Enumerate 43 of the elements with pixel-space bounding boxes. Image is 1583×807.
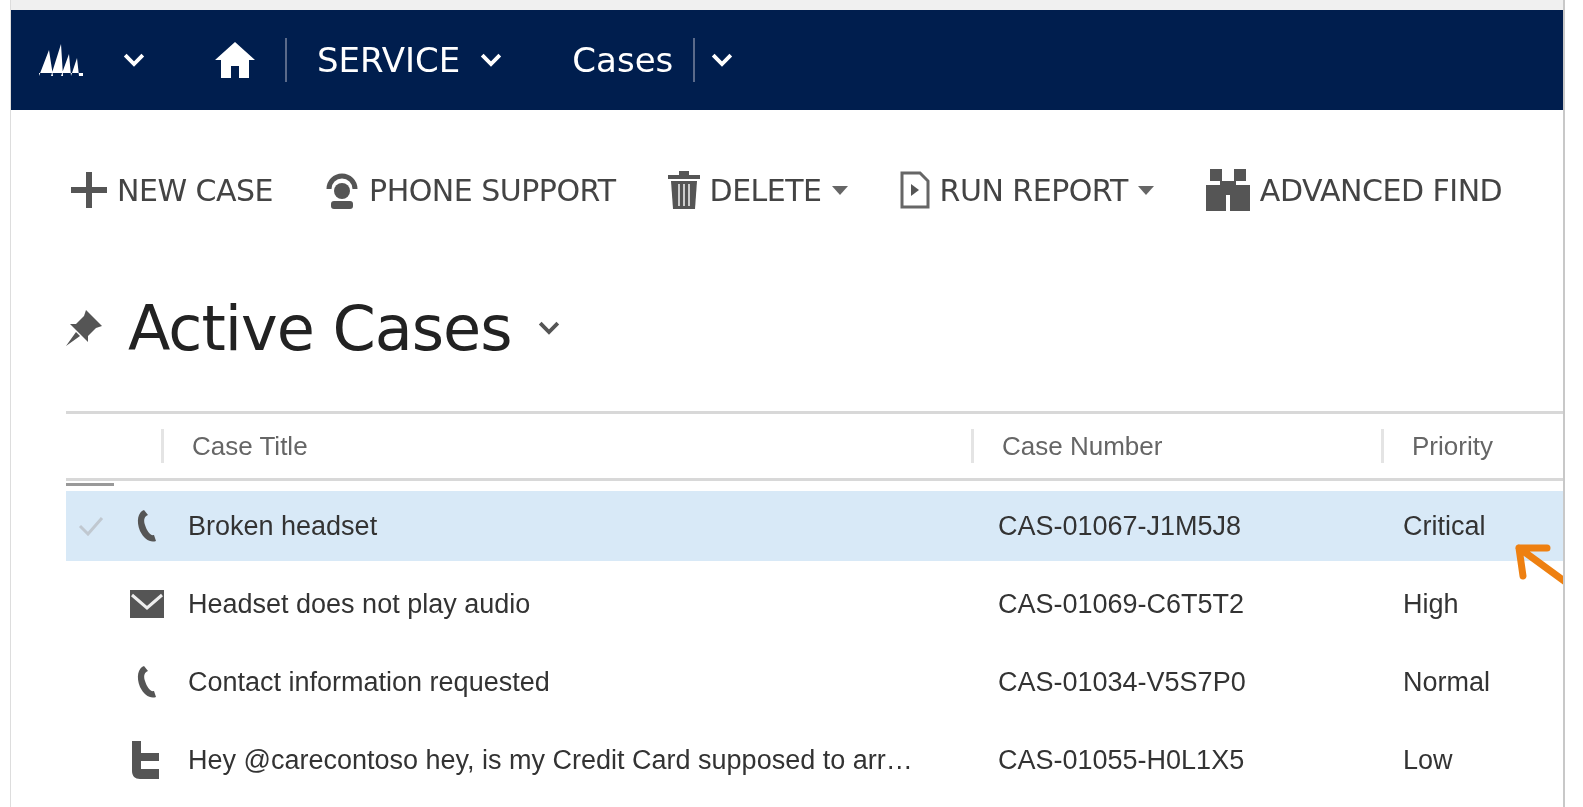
command-button[interactable]: NEW CASE: [117, 172, 274, 208]
table-cell-text: Hey @carecontoso hey, is my Credit Card supposed to arr…: [187, 744, 914, 776]
table-row[interactable]: Broken headset CAS-01067-J1M5J8 Critical: [66, 491, 1563, 561]
document-play-icon: [899, 171, 930, 209]
column-header[interactable]: Case Number: [971, 429, 1381, 463]
table-cell-text: Broken headset: [187, 510, 379, 542]
chevron-down-icon[interactable]: [537, 321, 560, 335]
table-cell-text: High: [1403, 588, 1460, 620]
phone-icon: [136, 509, 158, 543]
view-title[interactable]: Active Cases: [128, 291, 512, 365]
check-icon: [78, 516, 104, 536]
headset-icon: [325, 171, 360, 209]
home-icon[interactable]: [215, 42, 255, 78]
command-button[interactable]: RUN REPORT: [939, 172, 1128, 208]
table-cell-text: CAS-01034-V5S7P0: [998, 666, 1247, 698]
command-button[interactable]: PHONE SUPPORT: [369, 172, 616, 208]
plus-icon: [71, 172, 107, 208]
table-cell-text: CAS-01067-J1M5J8: [998, 510, 1243, 542]
table-row[interactable]: Headset does not play audio CAS-01069-C6T5T2 High: [66, 569, 1563, 639]
table-row[interactable]: Contact information requested CAS-01034-V5S7P0 Normal: [66, 647, 1563, 717]
caret-icon[interactable]: [831, 185, 848, 195]
column-header[interactable]: Case Title: [161, 429, 971, 463]
phone-icon: [136, 665, 158, 699]
column-header[interactable]: Priority: [1381, 429, 1563, 463]
area-menu[interactable]: SERVICE: [317, 40, 461, 80]
logo-icon[interactable]: [39, 44, 83, 76]
table-cell-text: Normal: [1403, 666, 1491, 698]
envelope-icon: [130, 590, 164, 618]
table-cell-text: Critical: [1403, 510, 1487, 542]
table-cell-text: Contact information requested: [187, 666, 551, 698]
table-cell-text: Low: [1403, 744, 1454, 776]
binoculars-icon: [1205, 169, 1250, 211]
caret-icon[interactable]: [1137, 185, 1154, 195]
table-row[interactable]: Hey @carecontoso hey, is my Credit Card supposed to arr… CAS-01055-H0L1X5 Low: [66, 725, 1563, 795]
trash-icon: [667, 171, 700, 209]
table-cell-text: CAS-01069-C6T5T2: [998, 588, 1246, 620]
table-cell-text: CAS-01055-H0L1X5: [998, 744, 1246, 776]
pin-icon[interactable]: [66, 310, 102, 346]
entity-menu[interactable]: Cases: [572, 40, 674, 80]
command-button[interactable]: ADVANCED FIND: [1259, 172, 1503, 208]
command-button[interactable]: DELETE: [709, 172, 822, 208]
table-cell-text: Headset does not play audio: [187, 588, 532, 620]
bird-icon: [132, 741, 162, 779]
